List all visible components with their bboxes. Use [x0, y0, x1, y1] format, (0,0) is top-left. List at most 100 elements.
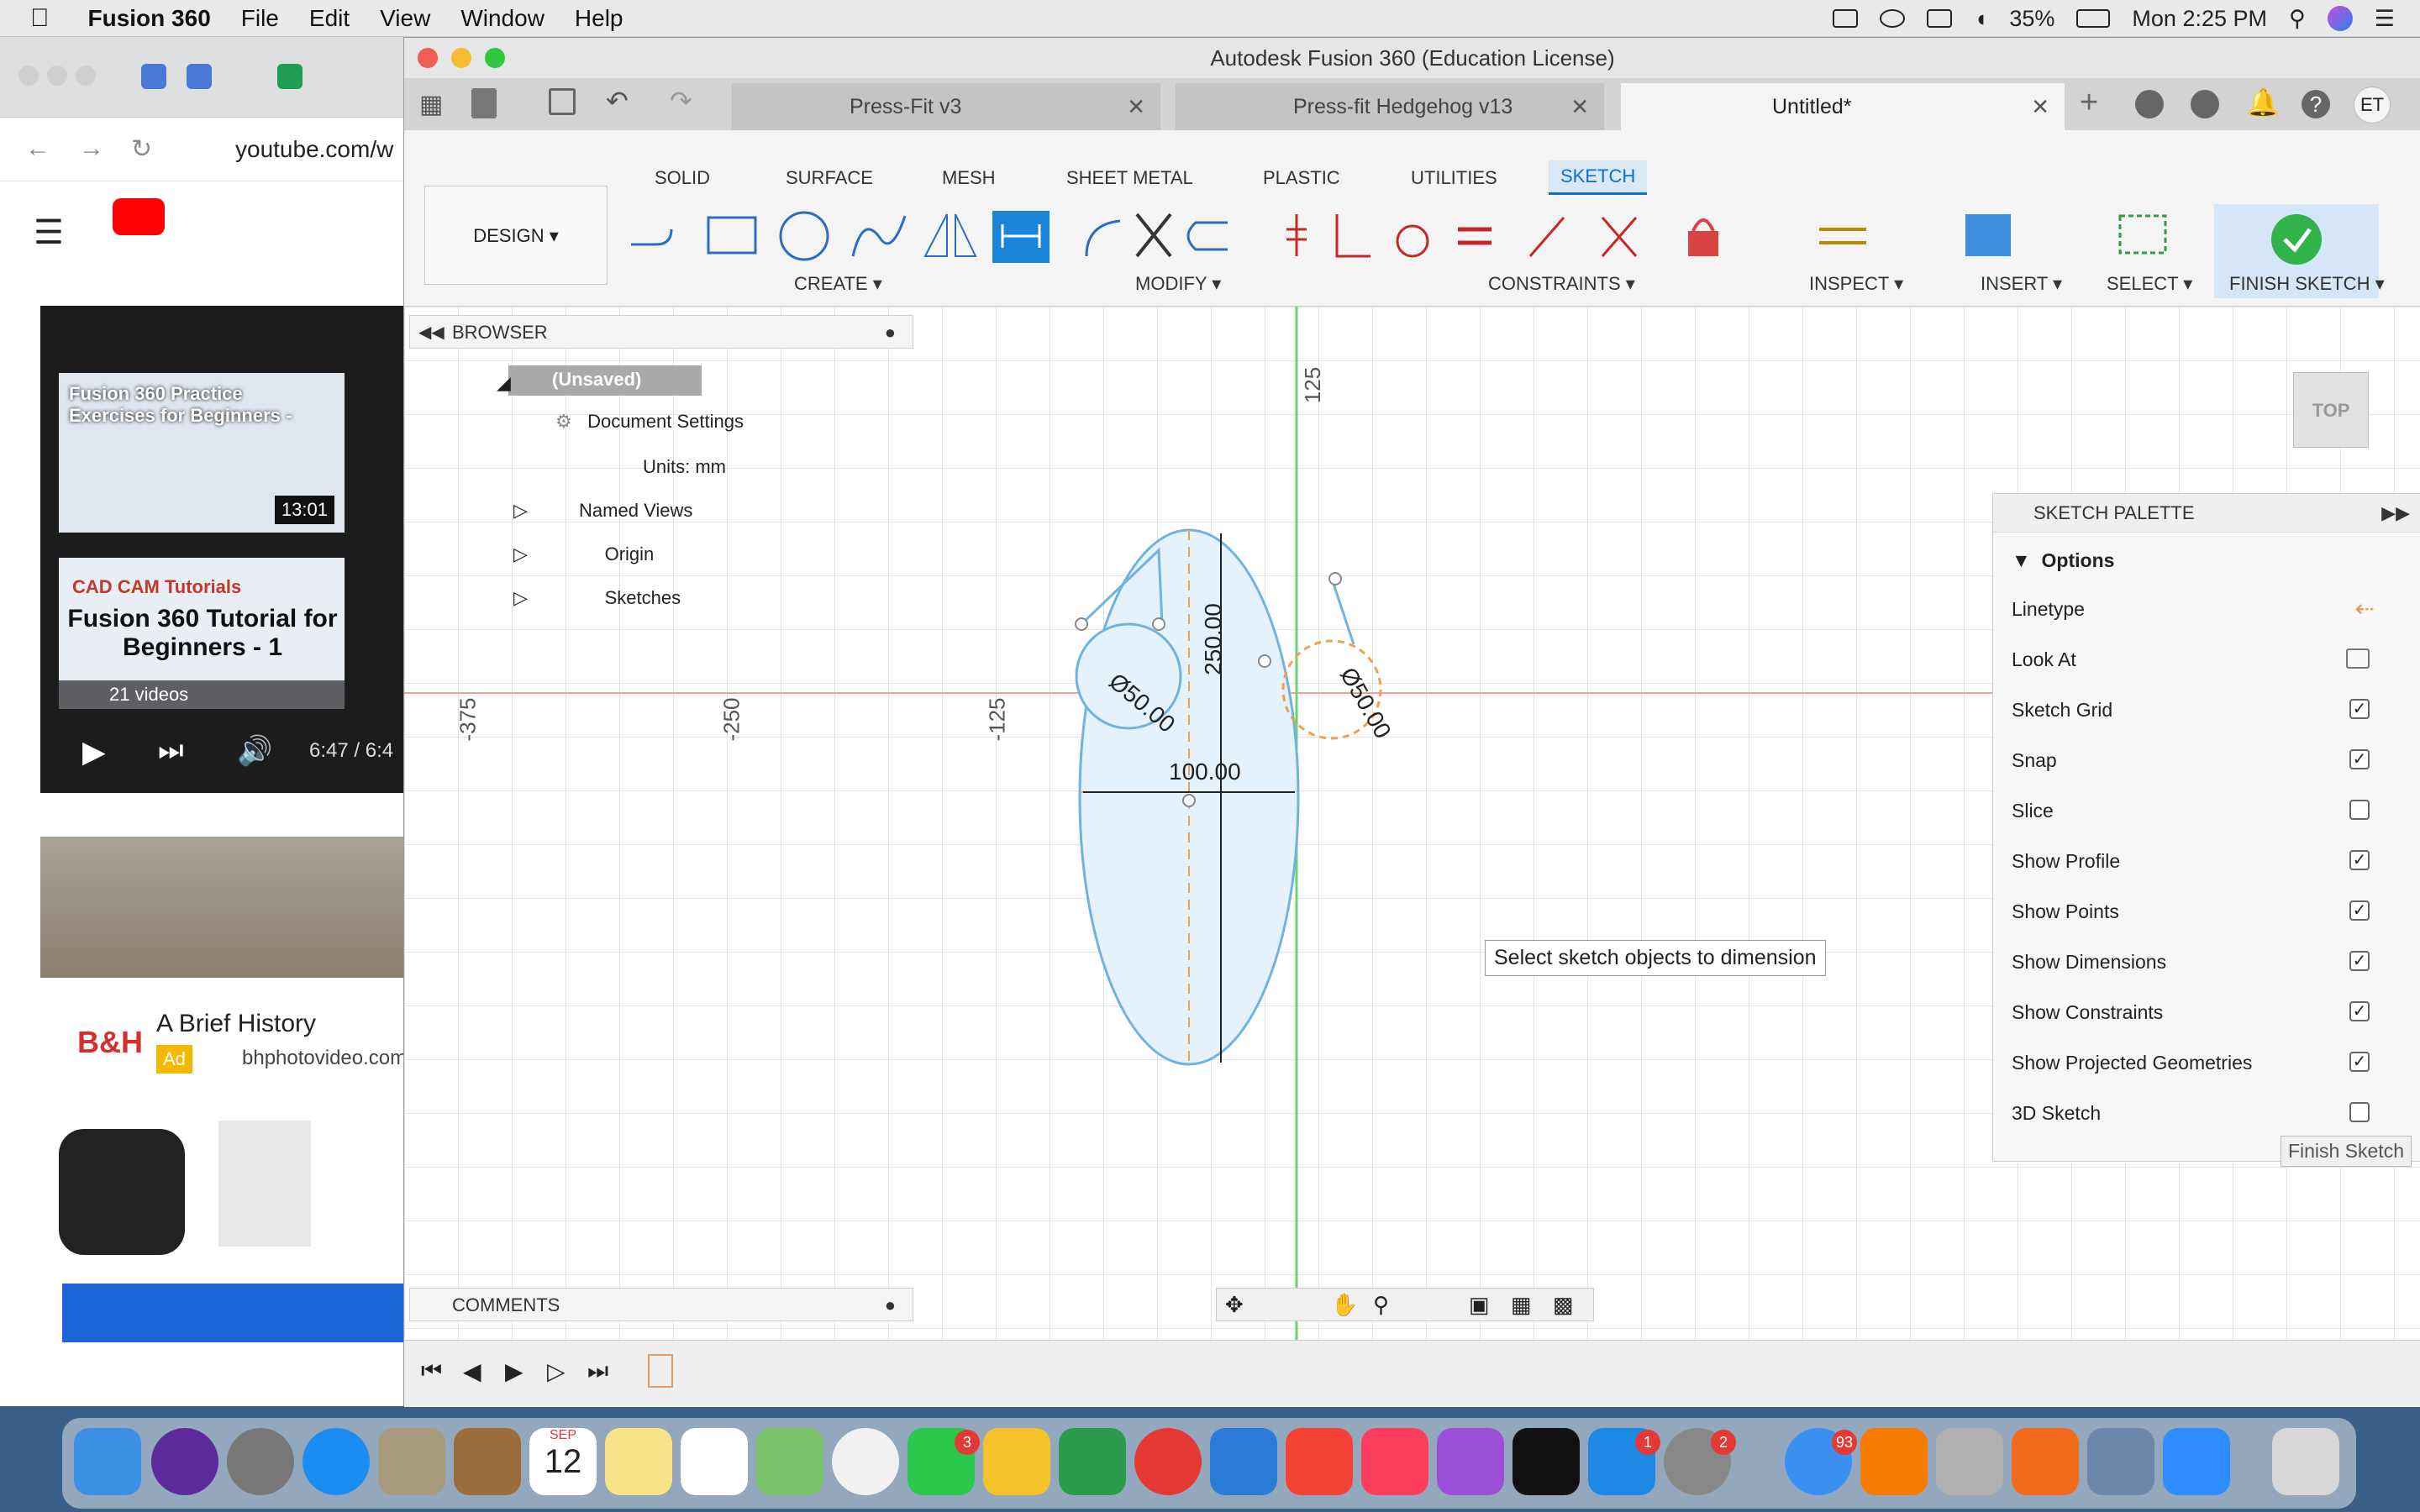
apple-icon[interactable]: 	[30, 4, 50, 33]
step-forward-icon[interactable]: ▷	[547, 1357, 566, 1385]
3d-sketch-checkbox[interactable]	[2349, 1102, 2370, 1122]
display-settings-icon[interactable]: ▣	[1469, 1292, 1490, 1318]
close-tab-icon[interactable]: ✕	[1570, 83, 1589, 130]
job-status-icon[interactable]	[2191, 90, 2219, 118]
zoom-button[interactable]	[76, 66, 96, 86]
show-constraints-checkbox[interactable]: ✓	[2349, 1001, 2370, 1021]
ad-site[interactable]: bhphotovideo.com	[242, 1047, 407, 1070]
menu-file[interactable]: File	[241, 5, 279, 32]
new-tab-icon[interactable]: +	[2080, 85, 2098, 121]
zoom-icon[interactable]: ⚲	[1373, 1292, 1389, 1318]
palette-collapse-icon[interactable]: ▶▶	[2381, 494, 2410, 533]
notes-icon[interactable]	[605, 1428, 672, 1495]
window-close-button[interactable]	[418, 48, 438, 68]
add-comment-icon[interactable]: ●	[885, 1289, 896, 1322]
tree-named-views[interactable]: ▷ Named Views	[513, 500, 692, 522]
dimension-label[interactable]: 100.00	[1169, 759, 1241, 785]
siri-dock-icon[interactable]	[151, 1428, 218, 1495]
photos-icon[interactable]	[832, 1428, 899, 1495]
reminders-icon[interactable]	[681, 1428, 748, 1495]
group-select[interactable]: SELECT ▾	[2107, 273, 2192, 295]
sketch-canvas[interactable]: 125 -375 -250 -125 250.00 100.00 Ø50.00 …	[404, 307, 2420, 1340]
play-icon[interactable]: ▶	[82, 734, 106, 769]
keychain-icon[interactable]	[1936, 1428, 2003, 1495]
viewports-icon[interactable]: ▩	[1553, 1292, 1574, 1318]
product-image-1[interactable]	[59, 1129, 185, 1255]
launchpad-icon[interactable]	[227, 1428, 294, 1495]
group-inspect[interactable]: INSPECT ▾	[1809, 273, 1903, 295]
tree-origin[interactable]: ▷ Origin	[513, 543, 654, 565]
menu-help[interactable]: Help	[575, 5, 623, 32]
options-section[interactable]: ▼ Options	[2012, 549, 2114, 572]
product-image-2[interactable]	[218, 1121, 311, 1247]
ad-image[interactable]	[40, 837, 412, 978]
volume-icon[interactable]: 🔊	[237, 734, 272, 768]
file-icon[interactable]	[471, 88, 497, 118]
group-insert[interactable]: INSERT ▾	[1981, 273, 2062, 295]
browser-panel-header[interactable]: ◀◀ BROWSER ●	[409, 315, 913, 349]
creative-cloud-icon[interactable]	[1880, 9, 1906, 28]
fusion-360-dock-icon[interactable]	[2012, 1428, 2079, 1495]
news-icon[interactable]	[1286, 1428, 1353, 1495]
minimize-button[interactable]	[47, 66, 67, 86]
linetype-icon[interactable]: ⇠	[2355, 595, 2375, 622]
sketch-feature-icon[interactable]	[648, 1354, 673, 1388]
window-minimize-button[interactable]	[451, 48, 471, 68]
extensions-icon[interactable]	[2135, 90, 2164, 118]
tree-units[interactable]: Units: mm	[584, 456, 726, 478]
menu-view[interactable]: View	[380, 5, 430, 32]
close-tab-icon[interactable]: ✕	[1127, 83, 1145, 130]
go-to-start-icon[interactable]: ⏮	[421, 1357, 442, 1385]
collapse-browser-icon[interactable]: ◀◀	[418, 316, 445, 349]
podcasts-icon[interactable]	[1437, 1428, 1504, 1495]
tree-sketches[interactable]: ▷ Sketches	[513, 587, 681, 609]
show-profile-checkbox[interactable]: ✓	[2349, 850, 2370, 870]
back-icon[interactable]: ←	[25, 134, 50, 163]
battery-icon[interactable]	[2076, 9, 2111, 28]
control-center-icon[interactable]: ☰	[2375, 6, 2395, 32]
apple-tv-icon[interactable]	[1512, 1428, 1580, 1495]
facetime-icon[interactable]: 3	[908, 1428, 980, 1495]
slice-checkbox[interactable]	[2349, 800, 2370, 820]
clock[interactable]: Mon 2:25 PM	[2132, 6, 2267, 32]
system-preferences-icon[interactable]: 2	[1664, 1428, 1736, 1495]
video-thumbnail-2[interactable]: CAD CAM Tutorials Fusion 360 Tutorial fo…	[59, 558, 345, 709]
window-zoom-button[interactable]	[485, 48, 505, 68]
url-text[interactable]: youtube.com/w	[235, 136, 393, 163]
menu-window[interactable]: Window	[460, 5, 544, 32]
dimension-label[interactable]: 250.00	[1200, 603, 1227, 675]
forward-icon[interactable]: →	[79, 134, 104, 163]
grid-settings-icon[interactable]: ▦	[1511, 1292, 1532, 1318]
user-avatar[interactable]: ET	[2354, 87, 2391, 123]
zoom-menubar-icon[interactable]	[1833, 9, 1859, 28]
image-capture-icon[interactable]	[2087, 1428, 2154, 1495]
notifications-icon[interactable]: 🔔	[2246, 87, 2280, 118]
app-grid-icon[interactable]: ▦	[419, 90, 443, 119]
close-tab-icon[interactable]: ✕	[2031, 83, 2049, 130]
youtube-player[interactable]: Fusion 360 Practice Exercises for Beginn…	[40, 306, 412, 793]
menu-app-name[interactable]: Fusion 360	[88, 5, 211, 32]
go-to-end-icon[interactable]: ⏭	[587, 1357, 608, 1385]
undo-icon[interactable]: ↶	[606, 85, 629, 117]
menu-edit[interactable]: Edit	[309, 5, 350, 32]
group-modify[interactable]: MODIFY ▾	[1135, 273, 1221, 295]
docs-tab-icon-2[interactable]	[187, 64, 212, 89]
preview-eagle-icon[interactable]	[378, 1428, 445, 1495]
finish-sketch-button[interactable]: FINISH SKETCH ▾	[2229, 273, 2385, 295]
finder-icon[interactable]	[74, 1428, 141, 1495]
show-points-checkbox[interactable]: ✓	[2349, 900, 2370, 921]
redo-icon[interactable]: ↷	[670, 85, 692, 117]
help-icon[interactable]: ?	[2302, 90, 2330, 118]
screen-icon[interactable]	[1927, 9, 1953, 28]
keynote-icon[interactable]	[1210, 1428, 1277, 1495]
orbit-icon[interactable]: ✥	[1225, 1292, 1244, 1318]
next-icon[interactable]: ⏭	[158, 734, 184, 767]
video-thumbnail-1[interactable]: Fusion 360 Practice Exercises for Beginn…	[59, 373, 345, 533]
calendar-icon[interactable]: SEP 12	[529, 1428, 597, 1495]
search-icon[interactable]: ⚲	[2289, 6, 2306, 32]
palette-finish-sketch-button[interactable]: Finish Sketch	[2280, 1136, 2412, 1167]
bh-logo[interactable]: B&H	[77, 1025, 143, 1060]
reload-icon[interactable]: ↻	[131, 134, 152, 164]
siri-icon[interactable]	[2327, 6, 2353, 31]
docs-tab-icon[interactable]	[141, 64, 166, 89]
